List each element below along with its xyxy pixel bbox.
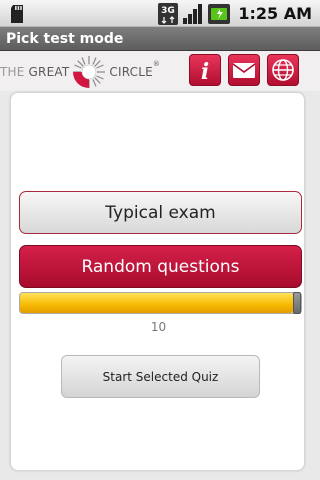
start-quiz-button[interactable]: Start Selected Quiz	[61, 355, 260, 398]
circle-logo-icon	[73, 56, 106, 88]
status-bar: 3G 1:25 AM	[0, 0, 320, 27]
great-circle-logo: THE GREAT CIRCLE ®	[0, 54, 160, 90]
random-questions-button[interactable]: Random questions	[19, 245, 302, 288]
start-quiz-label: Start Selected Quiz	[102, 369, 219, 384]
3g-icon: 3G	[158, 2, 179, 25]
page-title: Pick test mode	[6, 31, 124, 47]
typical-exam-button[interactable]: Typical exam	[19, 191, 302, 234]
globe-icon	[272, 59, 294, 81]
quiz-mode-panel: Typical exam Random questions 10 Start S…	[10, 92, 305, 471]
signal-icon	[183, 3, 203, 24]
mail-button[interactable]	[228, 54, 260, 86]
title-bar: Pick test mode	[0, 27, 320, 51]
question-count-slider[interactable]	[19, 292, 302, 314]
info-letter: i	[201, 59, 209, 82]
logo-text-great: GREAT	[28, 65, 70, 79]
info-button[interactable]: i	[189, 54, 221, 86]
slider-thumb[interactable]	[292, 292, 301, 314]
logo-registered-mark: ®	[152, 60, 161, 68]
svg-text:3G: 3G	[162, 6, 176, 16]
typical-exam-label: Typical exam	[105, 202, 216, 223]
question-count-value: 10	[150, 320, 167, 334]
header: THE GREAT CIRCLE ® i	[0, 51, 320, 91]
sd-card-icon	[11, 5, 23, 23]
web-button[interactable]	[267, 54, 299, 86]
battery-icon	[208, 3, 231, 24]
slider-fill	[20, 293, 293, 313]
random-questions-label: Random questions	[81, 256, 240, 277]
logo-text-the: THE	[0, 65, 25, 79]
info-icon: i	[201, 59, 209, 82]
logo-text-circle: CIRCLE	[109, 65, 153, 79]
status-time: 1:25 AM	[238, 4, 312, 23]
mail-icon	[232, 63, 256, 78]
